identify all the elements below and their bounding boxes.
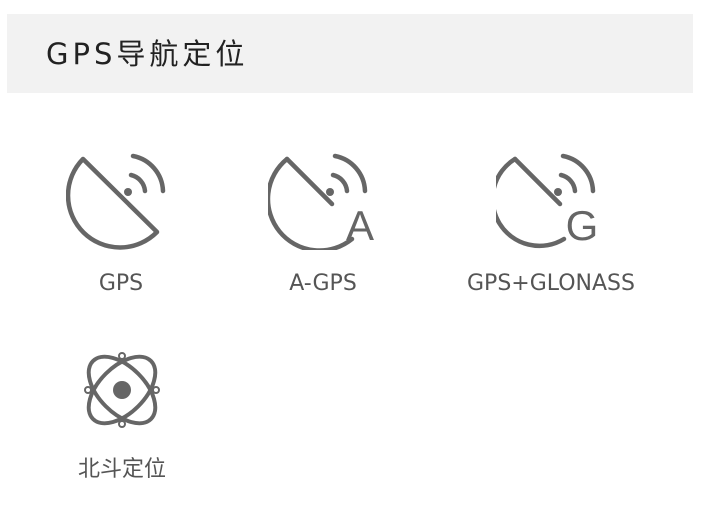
feature-gps-glonass: G GPS+GLONASS: [436, 140, 666, 298]
section-header: GPS导航定位: [7, 14, 693, 93]
feature-label-beidou: 北斗定位: [77, 457, 166, 482]
feature-label-a-gps: A-GPS: [289, 271, 357, 296]
svg-text:G: G: [566, 202, 599, 249]
feature-label-gps-glonass: GPS+GLONASS: [467, 271, 635, 296]
svg-text:A: A: [346, 202, 374, 249]
feature-beidou: 北斗定位: [7, 344, 237, 484]
satellite-dish-icon: [66, 153, 166, 250]
satellite-dish-a-icon: A: [268, 153, 374, 250]
feature-a-gps: A A-GPS: [208, 140, 438, 298]
feature-gps: GPS: [6, 140, 236, 298]
satellite-dish-g-icon: G: [496, 153, 599, 249]
section-title: GPS导航定位: [46, 37, 249, 71]
atom-orbit-icon: [84, 352, 160, 428]
feature-label-gps: GPS: [98, 271, 144, 296]
